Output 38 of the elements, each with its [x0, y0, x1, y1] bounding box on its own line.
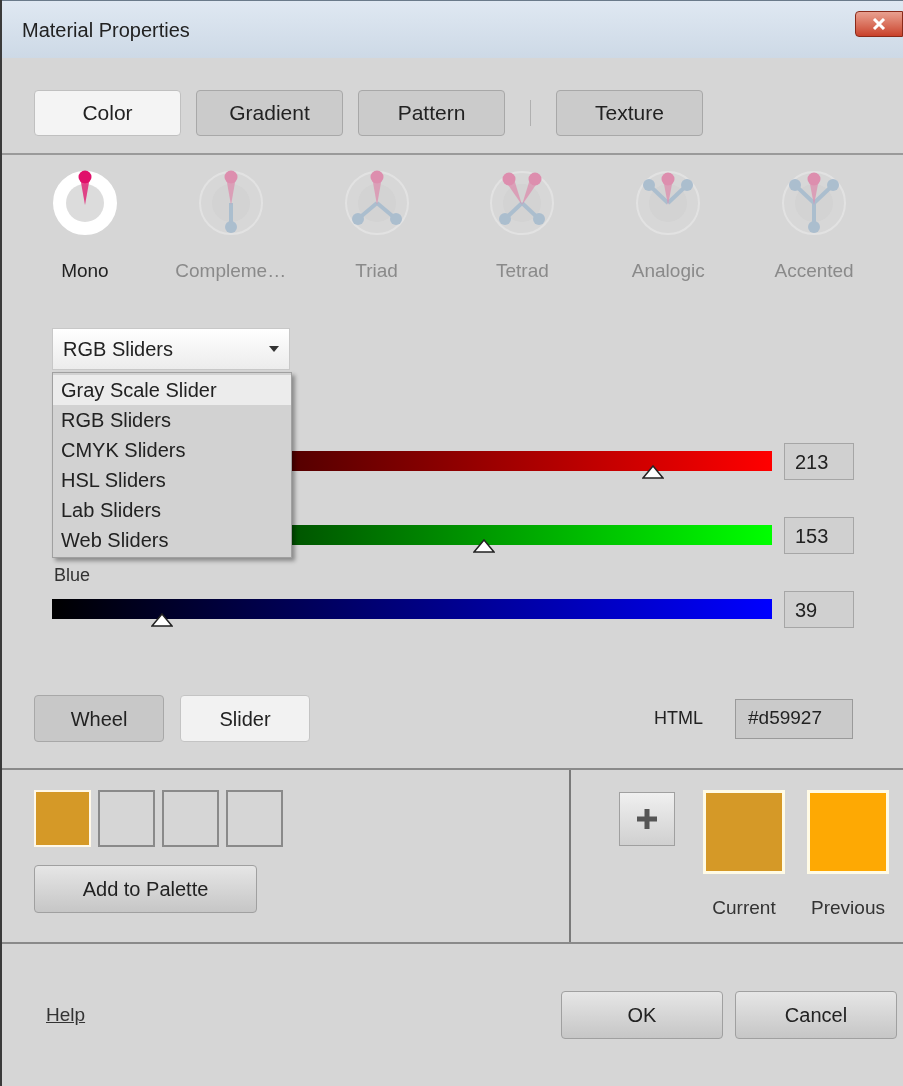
view-toggle[interactable]: Wheel [34, 695, 164, 742]
value-field[interactable]: 213 [784, 443, 854, 480]
palette-swatch[interactable] [98, 790, 155, 847]
add-button[interactable] [619, 792, 675, 846]
tab[interactable]: Gradient [196, 90, 343, 136]
dialog-button[interactable]: Cancel [735, 991, 897, 1039]
close-button[interactable] [855, 10, 903, 37]
slider-mode-dropdown[interactable]: RGB Sliders [52, 328, 290, 370]
menu-item[interactable]: HSL Sliders [53, 465, 291, 495]
tab[interactable]: Texture [556, 90, 703, 136]
html-label: HTML [654, 707, 703, 730]
tab[interactable]: Color [34, 90, 181, 136]
close-icon [872, 17, 886, 30]
menu-item[interactable]: Lab Sliders [53, 495, 291, 525]
add-to-palette-button[interactable]: Add to Palette [34, 865, 257, 913]
menu-item[interactable]: RGB Sliders [53, 405, 291, 435]
swatch-label: Current [712, 896, 776, 920]
slider-thumb[interactable] [473, 539, 495, 553]
palette-swatch[interactable] [226, 790, 283, 847]
window-title: Material Properties [22, 17, 190, 43]
tab[interactable]: Pattern [358, 90, 505, 136]
menu-item[interactable]: CMYK Sliders [53, 435, 291, 465]
dialog-button[interactable]: OK [561, 991, 723, 1039]
caret-icon [269, 346, 279, 352]
menu-item[interactable]: Web Sliders [53, 525, 291, 555]
harmony-option[interactable]: Mono [12, 167, 158, 290]
view-toggle[interactable]: Slider [180, 695, 310, 742]
plus-icon [635, 807, 659, 831]
slider-thumb[interactable] [151, 613, 174, 627]
swatch-label: Previous [811, 896, 885, 920]
help-link[interactable]: Help [46, 1000, 86, 1030]
slider-label: Blue [54, 565, 92, 585]
html-field[interactable]: #d59927 [735, 698, 853, 739]
palette-swatch[interactable] [162, 790, 219, 847]
value-field[interactable]: 153 [784, 517, 854, 554]
menu-item[interactable]: Gray Scale Slider [53, 375, 291, 405]
value-field[interactable]: 39 [784, 591, 854, 628]
slider-thumb[interactable] [642, 465, 665, 479]
